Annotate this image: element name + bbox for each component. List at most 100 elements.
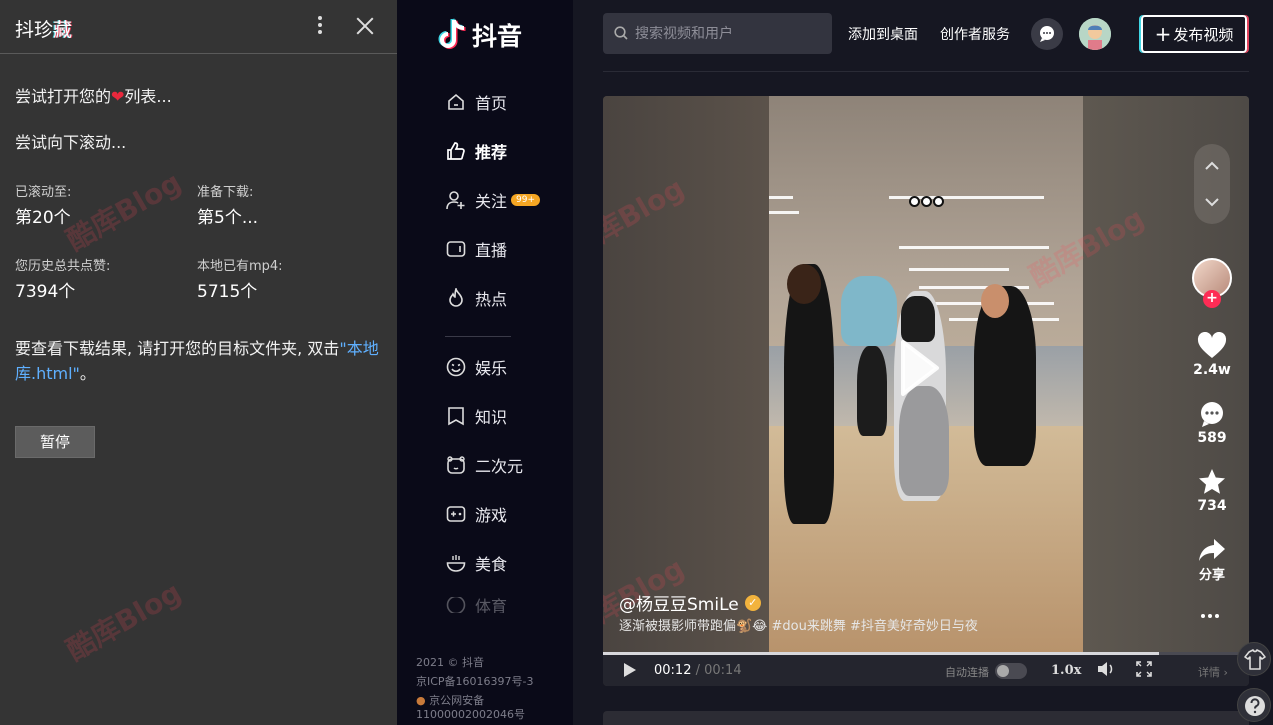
more-actions-icon[interactable] bbox=[1201, 614, 1219, 618]
progress-bar[interactable] bbox=[603, 652, 1249, 655]
comment-button[interactable]: 589 bbox=[1189, 400, 1235, 446]
total-likes-value: 7394个 bbox=[15, 282, 76, 302]
dancer bbox=[857, 346, 887, 436]
detail-label: 详情 bbox=[1198, 666, 1220, 679]
nav-item-hot[interactable]: 热点 bbox=[445, 284, 507, 312]
dancer-head bbox=[787, 264, 821, 304]
ceiling-light bbox=[909, 268, 1009, 271]
search-input[interactable] bbox=[603, 13, 832, 54]
avatar-image bbox=[1079, 18, 1111, 50]
nav-item-sports[interactable]: 体育 bbox=[445, 597, 507, 613]
nav-label: 知识 bbox=[475, 408, 508, 427]
nav-item-live[interactable]: 直播 bbox=[445, 235, 507, 263]
video-card: 酷库Blog 酷库Blog 酷库Blog + 2.4w 589 734 分享 @… bbox=[603, 96, 1249, 686]
nav-item-games[interactable]: 游戏 bbox=[445, 500, 507, 528]
nav-label: 直播 bbox=[475, 241, 508, 260]
fullscreen-icon[interactable] bbox=[1135, 661, 1153, 677]
play-icon[interactable] bbox=[623, 662, 637, 678]
ceiling-light bbox=[769, 211, 799, 214]
question-icon bbox=[1245, 696, 1265, 716]
message-button[interactable] bbox=[1031, 18, 1063, 50]
footer-icp[interactable]: 京ICP备16016397号-3 bbox=[416, 673, 534, 689]
more-options-icon[interactable] bbox=[312, 14, 328, 38]
status-line-text: 尝试打开您的 bbox=[15, 87, 112, 106]
bear-icon bbox=[445, 454, 467, 476]
download-result-note: 要查看下载结果, 请打开您的目标文件夹, 双击"本地库.html"。 bbox=[15, 336, 380, 386]
nav-label: 美食 bbox=[475, 555, 508, 574]
ceiling-light bbox=[899, 246, 1049, 249]
add-to-desktop-link[interactable]: 添加到桌面 bbox=[848, 24, 918, 44]
nav-item-anime[interactable]: 二次元 bbox=[445, 451, 523, 479]
book-icon bbox=[445, 405, 467, 427]
note-text-end: 。 bbox=[79, 364, 96, 383]
local-mp4-value: 5715个 bbox=[197, 282, 258, 302]
watermark: 酷库Blog bbox=[60, 575, 187, 668]
video-blur-left bbox=[603, 96, 769, 652]
tv-icon bbox=[445, 238, 467, 260]
nav-label: 热点 bbox=[475, 290, 508, 309]
time-current: 00:12 bbox=[654, 663, 692, 678]
nav-label: 体育 bbox=[475, 597, 508, 613]
extension-header: 抖珍藏 bbox=[0, 0, 397, 54]
top-bar: 添加到桌面 创作者服务 + 发布视频 bbox=[573, 0, 1273, 72]
follow-plus-icon[interactable]: + bbox=[1203, 290, 1221, 308]
detail-link[interactable]: 详情 › bbox=[1198, 664, 1228, 680]
next-video-card[interactable] bbox=[603, 711, 1249, 725]
verified-icon: ✓ bbox=[744, 594, 761, 611]
autoplay-label: 自动连播 bbox=[945, 666, 989, 679]
bowl-icon bbox=[445, 552, 467, 574]
nav-item-knowledge[interactable]: 知识 bbox=[445, 402, 507, 430]
plus-icon: + bbox=[1154, 22, 1172, 46]
nav-item-home[interactable]: 首页 bbox=[445, 88, 507, 116]
prev-next-icons[interactable] bbox=[1194, 144, 1230, 224]
user-avatar[interactable] bbox=[1079, 18, 1111, 50]
play-overlay-icon[interactable] bbox=[897, 338, 941, 398]
share-label: 分享 bbox=[1198, 568, 1225, 583]
close-icon[interactable] bbox=[353, 14, 377, 38]
author-name-text: @杨豆豆SmiLe bbox=[619, 595, 739, 615]
nav-item-entertainment[interactable]: 娱乐 bbox=[445, 353, 507, 381]
help-button[interactable] bbox=[1237, 688, 1271, 722]
like-button[interactable]: 2.4w bbox=[1189, 332, 1235, 378]
pause-button[interactable]: 暂停 bbox=[15, 426, 95, 458]
top-divider bbox=[603, 71, 1249, 72]
ball-icon bbox=[445, 597, 467, 613]
playback-speed[interactable]: 1.0x bbox=[1051, 663, 1081, 678]
star-icon bbox=[1199, 469, 1225, 494]
extension-title-text: 抖珍 bbox=[15, 19, 54, 41]
douyin-sidebar: 抖音 首页 推荐 关注 99+ 直播 热点 娱乐 知识 二次元 游戏 美食 体育… bbox=[397, 0, 573, 725]
video-nav-pill bbox=[1194, 144, 1230, 224]
volume-icon[interactable] bbox=[1097, 661, 1115, 677]
gamepad-icon bbox=[445, 503, 467, 525]
douyin-logo[interactable]: 抖音 bbox=[437, 18, 522, 52]
publish-video-button[interactable]: + 发布视频 bbox=[1141, 15, 1247, 53]
scrolled-label: 已滚动至: bbox=[15, 185, 72, 200]
douyin-logo-icon bbox=[438, 18, 466, 49]
author-name[interactable]: @杨豆豆SmiLe ✓ bbox=[619, 590, 761, 615]
dancer bbox=[899, 386, 949, 496]
thumbs-up-icon bbox=[445, 140, 467, 162]
autoplay-toggle[interactable] bbox=[995, 663, 1027, 679]
creator-service-link[interactable]: 创作者服务 bbox=[940, 24, 1010, 44]
local-mp4-label: 本地已有mp4: bbox=[197, 259, 283, 274]
heart-icon bbox=[1197, 332, 1227, 358]
favorite-button[interactable]: 734 bbox=[1189, 468, 1235, 514]
nav-label: 二次元 bbox=[475, 457, 524, 476]
comment-icon bbox=[1201, 402, 1223, 427]
nav-item-follow[interactable]: 关注 99+ bbox=[445, 186, 541, 214]
dancer bbox=[974, 286, 1036, 466]
home-icon bbox=[445, 91, 467, 113]
logo-text: 抖音 bbox=[472, 22, 523, 51]
heart-icon: ❤ bbox=[111, 87, 125, 106]
ceiling-light bbox=[769, 196, 793, 199]
nav-item-recommend[interactable]: 推荐 bbox=[445, 137, 507, 165]
extension-panel: 抖珍藏 尝试打开您的❤列表... 尝试向下滚动... 已滚动至: 第20个 准备… bbox=[0, 0, 397, 725]
nav-divider bbox=[445, 336, 511, 337]
favorite-count: 734 bbox=[1197, 498, 1227, 514]
share-button[interactable]: 分享 bbox=[1189, 538, 1235, 583]
nav-item-food[interactable]: 美食 bbox=[445, 549, 507, 577]
note-text: 要查看下载结果, 请打开您的目标文件夹, 双击 bbox=[15, 339, 340, 358]
smile-icon bbox=[445, 356, 467, 378]
skin-button[interactable] bbox=[1237, 642, 1271, 676]
total-likes-label: 您历史总共点赞: bbox=[15, 259, 111, 274]
